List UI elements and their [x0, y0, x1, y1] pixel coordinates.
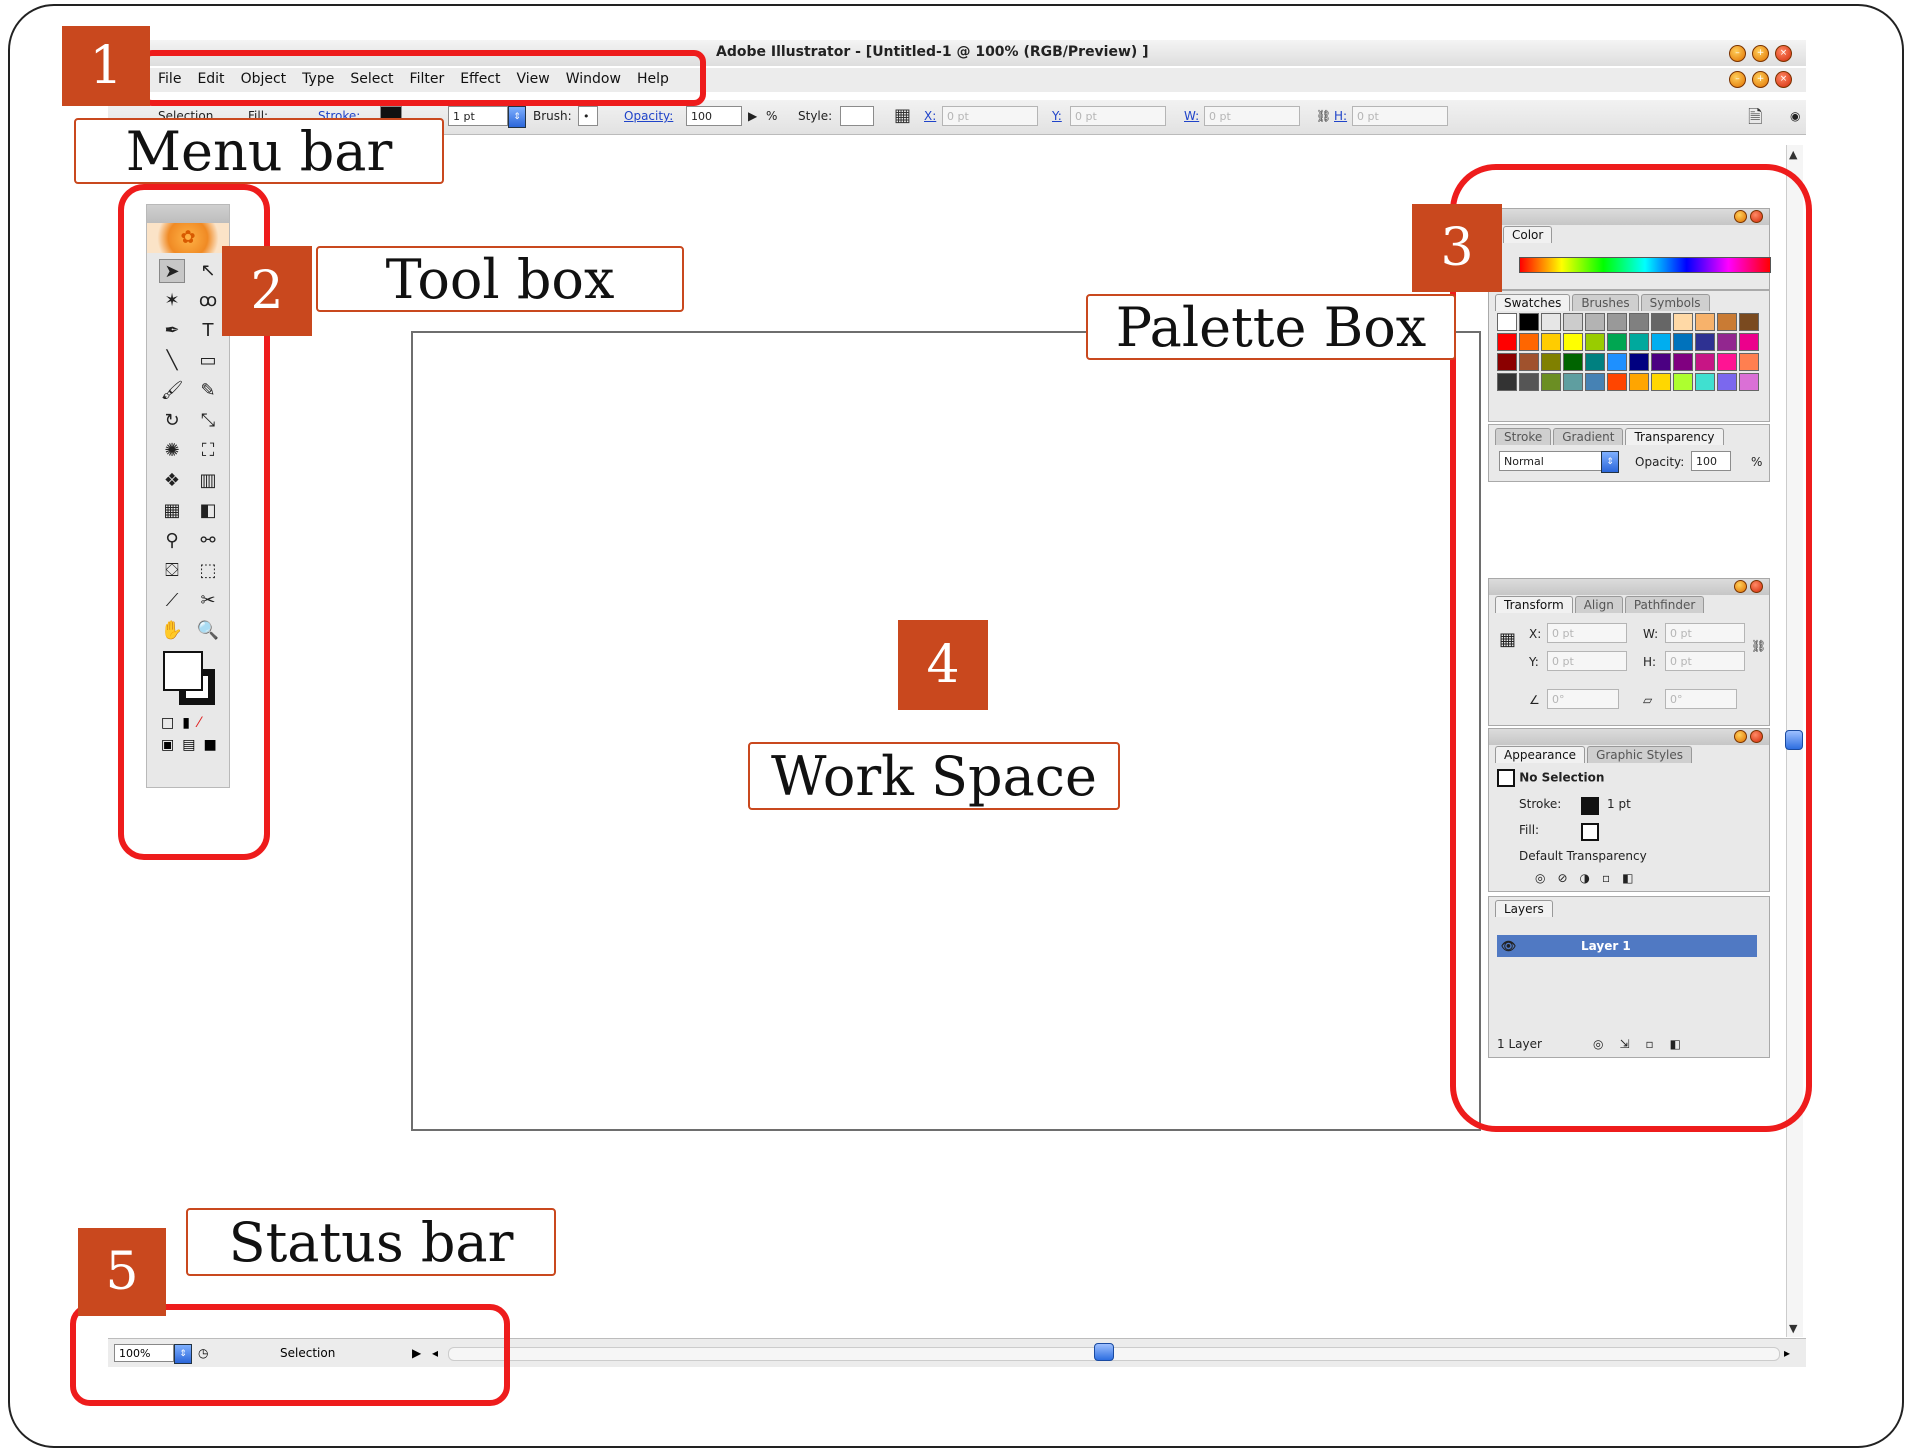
h-field[interactable]: 0 pt	[1352, 106, 1448, 126]
opacity-label[interactable]: Opacity:	[624, 109, 673, 123]
minimize-button[interactable]: –	[1729, 45, 1746, 62]
w-label: W:	[1184, 109, 1200, 123]
opacity-field[interactable]: 100	[686, 106, 742, 126]
y-field[interactable]: 0 pt	[1070, 106, 1166, 126]
status-bar-highlight	[70, 1304, 510, 1406]
annotation-label-work-space: Work Space	[748, 742, 1120, 810]
close-button[interactable]: ×	[1775, 45, 1792, 62]
reference-point-icon[interactable]: ▦	[894, 105, 911, 126]
style-picker[interactable]	[840, 106, 874, 126]
brush-picker[interactable]: •	[578, 106, 598, 126]
brush-label: Brush:	[533, 109, 572, 123]
opacity-percent: %	[766, 109, 778, 123]
annotation-label-menu-bar: Menu bar	[74, 118, 444, 184]
constrain-link-icon[interactable]: ⛓	[1316, 109, 1331, 123]
annotation-label-tool-box: Tool box	[316, 246, 684, 312]
horizontal-scrollbar[interactable]	[448, 1347, 1780, 1361]
y-label: Y:	[1052, 109, 1062, 123]
h-label: H:	[1334, 109, 1348, 123]
w-field[interactable]: 0 pt	[1204, 106, 1300, 126]
annotation-number-4: 4	[898, 620, 988, 710]
window-title: Adobe Illustrator - [Untitled-1 @ 100% (…	[716, 44, 1149, 60]
opacity-arrow-icon[interactable]: ▶	[748, 109, 757, 123]
artboard[interactable]	[411, 331, 1481, 1131]
annotation-number-5: 5	[78, 1228, 166, 1316]
scroll-down-icon[interactable]: ▼	[1789, 1322, 1797, 1335]
annotation-number-1: 1	[62, 26, 150, 106]
maximize-button[interactable]: +	[1752, 45, 1769, 62]
annotation-label-status-bar: Status bar	[186, 1208, 556, 1276]
doc-close-button[interactable]: ×	[1775, 71, 1792, 88]
document-setup-icon[interactable]: 🗎	[1748, 105, 1762, 135]
horizontal-scroll-thumb[interactable]	[1094, 1343, 1114, 1361]
annotation-label-palette-box: Palette Box	[1086, 294, 1456, 360]
annotation-number-2: 2	[222, 246, 312, 336]
menu-bar-highlight	[140, 50, 706, 106]
style-label: Style:	[798, 109, 833, 123]
doc-maximize-button[interactable]: +	[1752, 71, 1769, 88]
fill-swatch[interactable]	[163, 651, 203, 691]
annotation-number-3: 3	[1412, 204, 1502, 292]
x-label: X:	[924, 109, 937, 123]
stroke-weight-stepper[interactable]: ⇕	[508, 106, 526, 128]
x-field[interactable]: 0 pt	[942, 106, 1038, 126]
palette-box-highlight	[1450, 164, 1812, 1132]
scroll-right-icon[interactable]: ▸	[1784, 1346, 1790, 1360]
control-menu-icon[interactable]: ◉	[1790, 109, 1800, 123]
stroke-weight-field[interactable]: 1 pt	[448, 106, 508, 126]
doc-minimize-button[interactable]: –	[1729, 71, 1746, 88]
scroll-up-icon[interactable]: ▲	[1789, 148, 1797, 161]
